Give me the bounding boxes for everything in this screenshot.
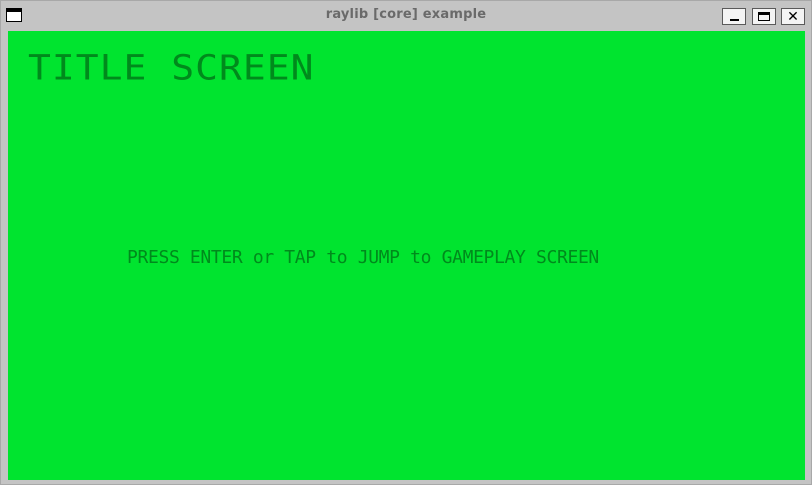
- maximize-button[interactable]: [752, 8, 776, 25]
- minimize-icon: [729, 19, 739, 21]
- minimize-button[interactable]: [722, 8, 746, 25]
- window-title: raylib [core] example: [325, 7, 487, 22]
- screen-prompt: PRESS ENTER or TAP to JUMP to GAMEPLAY S…: [127, 247, 599, 268]
- title-bar[interactable]: raylib [core] example ✕: [1, 1, 811, 30]
- close-icon: ✕: [787, 8, 799, 25]
- maximize-icon: [758, 12, 770, 21]
- screen-title: TITLE SCREEN: [28, 47, 315, 88]
- game-viewport[interactable]: TITLE SCREEN PRESS ENTER or TAP to JUMP …: [8, 31, 805, 480]
- app-window: raylib [core] example ✕ TITLE SCREEN PRE…: [0, 0, 812, 485]
- close-button[interactable]: ✕: [781, 8, 805, 25]
